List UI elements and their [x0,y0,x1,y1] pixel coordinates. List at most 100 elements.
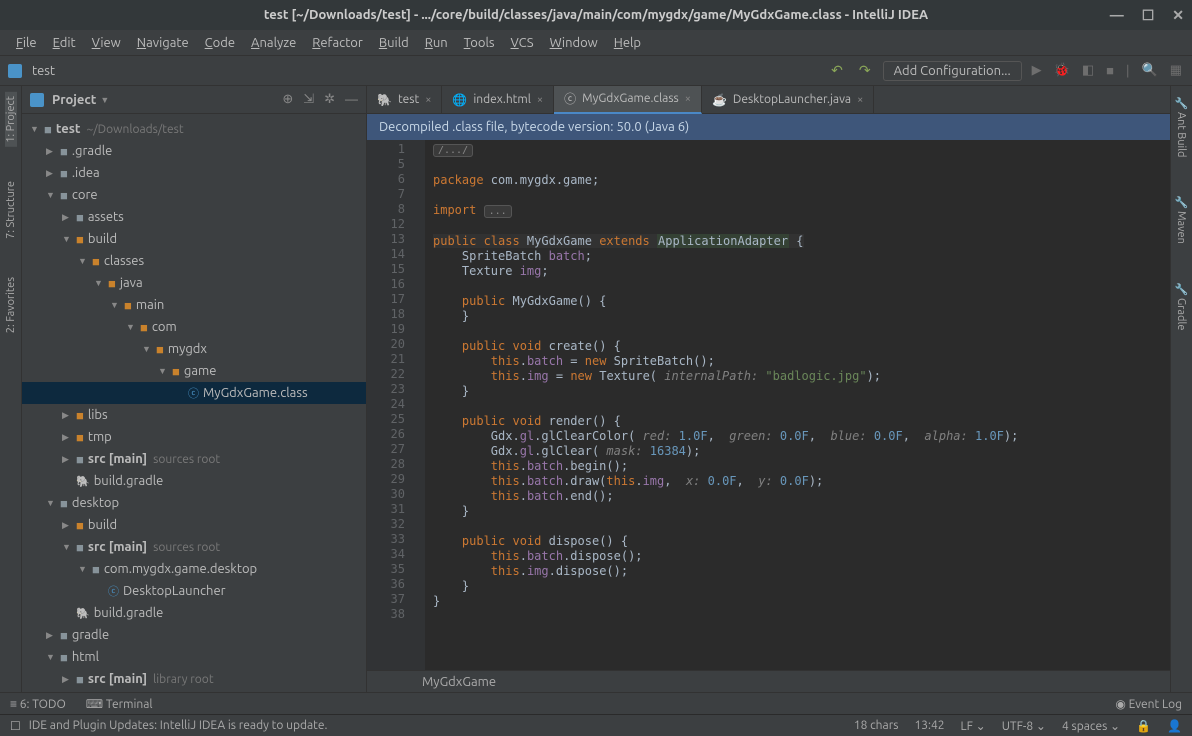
menu-code[interactable]: Code [199,34,241,52]
menu-vcs[interactable]: VCS [505,34,540,52]
menu-help[interactable]: Help [608,34,647,52]
toolbar: test ↶ ↷ Add Configuration... ▶ 🐞 ◧ ■ | … [0,56,1192,86]
menu-tools[interactable]: Tools [458,34,501,52]
tree-item-assets[interactable]: ▶■assets [22,206,366,228]
tree-item-src--main-[interactable]: ▼■src [main]sources root [22,536,366,558]
terminal-tab[interactable]: ⌨ Terminal [86,697,153,711]
tab-label: DesktopLauncher.java [733,93,851,106]
tree-item-build-gradle[interactable]: 🐘build.gradle [22,470,366,492]
minimize-icon[interactable]: — [1110,7,1124,24]
back-icon[interactable]: ↶ [827,62,847,79]
editor-tab-desktoplauncher-java[interactable]: ☕DesktopLauncher.java× [702,86,874,114]
todo-tab[interactable]: ≡ 6: TODO [10,697,66,711]
right-tool-gradle[interactable]: 🔧 Gradle [1175,278,1188,334]
tree-item--gradle[interactable]: ▶■.gradle [22,140,366,162]
maximize-icon[interactable]: ☐ [1142,7,1155,24]
tree-item-main[interactable]: ▼■main [22,294,366,316]
project-breadcrumb-icon [8,64,22,78]
selection-chars: 18 chars [854,719,899,732]
forward-icon[interactable]: ↷ [855,62,875,79]
menu-refactor[interactable]: Refactor [306,34,369,52]
tree-item-src--main-[interactable]: ▶■src [main]library root [22,668,366,690]
tree-item-tmp[interactable]: ▶■tmp [22,426,366,448]
tree-item-src--main-[interactable]: ▶■src [main]sources root [22,448,366,470]
menu-view[interactable]: View [86,34,127,52]
tree-item-game[interactable]: ▼■game [22,360,366,382]
tree-item-build-gradle[interactable]: 🐘build.gradle [22,602,366,624]
tree-root[interactable]: ▼■test~/Downloads/test [22,118,366,140]
tree-item-core[interactable]: ▼■core [22,184,366,206]
menu-analyze[interactable]: Analyze [245,34,302,52]
window-title: test [~/Downloads/test] - .../core/build… [264,8,928,22]
tree-item-mygdx[interactable]: ▼■mygdx [22,338,366,360]
file-encoding[interactable]: UTF-8 ⌄ [1002,719,1046,733]
coverage-icon[interactable]: ◧ [1080,63,1096,78]
tab-close-icon[interactable]: × [857,94,863,106]
run-configuration-dropdown[interactable]: Add Configuration... [883,61,1022,81]
tree-item--idea[interactable]: ▶■.idea [22,162,366,184]
tab-close-icon[interactable]: × [425,94,431,106]
editor-breadcrumb[interactable]: MyGdxGame [367,670,1170,692]
run-icon[interactable]: ▶ [1030,63,1044,78]
breadcrumb-class[interactable]: MyGdxGame [422,675,496,689]
code-content[interactable]: /.../ package com.mygdx.game; import ...… [425,140,1170,670]
menu-file[interactable]: File [10,34,43,52]
tree-item-build[interactable]: ▶■build [22,514,366,536]
tab-close-icon[interactable]: × [685,93,691,105]
main-area: 1: Project 7: Structure 2: Favorites Proje… [0,86,1192,692]
tree-item-desktop[interactable]: ▼■desktop [22,492,366,514]
search-icon[interactable]: 🔍 [1140,63,1160,78]
expand-icon[interactable]: ⇲ [303,92,314,107]
tree-item-desktoplauncher[interactable]: ⓒDesktopLauncher [22,580,366,602]
stop-icon[interactable]: ■ [1104,63,1116,78]
editor-tab-index-html[interactable]: 🌐index.html× [442,86,554,114]
close-icon[interactable]: ✕ [1172,7,1184,24]
menu-build[interactable]: Build [373,34,415,52]
line-gutter[interactable]: 1567812131415161718192021222324252627282… [367,140,411,670]
status-box-icon[interactable]: ☐ [10,719,21,733]
menu-window[interactable]: Window [544,34,604,52]
event-log-tab[interactable]: ◉ Event Log [1115,697,1182,711]
menu-edit[interactable]: Edit [47,34,82,52]
cursor-position[interactable]: 13:42 [914,719,944,732]
tree-item-gradle[interactable]: ▶■gradle [22,624,366,646]
dropdown-icon[interactable]: ▼ [100,95,109,105]
line-separator[interactable]: LF ⌄ [960,719,985,733]
gear-icon[interactable]: ✲ [324,92,335,107]
lock-icon[interactable]: 🔒 [1136,719,1151,733]
tree-item-html[interactable]: ▼■html [22,646,366,668]
tree-item-java[interactable]: ▼■java [22,272,366,294]
debug-icon[interactable]: 🐞 [1052,63,1072,78]
inspector-icon[interactable]: 👤 [1167,719,1182,733]
tab-icon: ⓒ [564,90,576,107]
project-panel-header: Project ▼ ⊕ ⇲ ✲ — [22,86,366,114]
tree-item-com-mygdx-game-desktop[interactable]: ▼■com.mygdx.game.desktop [22,558,366,580]
right-tool-ant-build[interactable]: 🔧 Ant Build [1175,92,1188,161]
fold-gutter[interactable] [411,140,425,670]
tree-item-libs[interactable]: ▶■libs [22,404,366,426]
left-tool----structure[interactable]: 7: Structure [5,177,17,243]
tree-item-classes[interactable]: ▼■classes [22,250,366,272]
tree-item-build[interactable]: ▼■build [22,228,366,250]
locate-icon[interactable]: ⊕ [282,92,293,107]
left-tool----favorites[interactable]: 2: Favorites [5,273,17,337]
project-panel-title[interactable]: Project [52,93,96,107]
left-tool-strip: 1: Project 7: Structure 2: Favorites [0,86,22,692]
tree-item-com[interactable]: ▼■com [22,316,366,338]
menu-navigate[interactable]: Navigate [131,34,195,52]
tree-item-mygdxgame-class[interactable]: ⓒMyGdxGame.class [22,382,366,404]
project-tree[interactable]: ▼■test~/Downloads/test▶■.gradle▶■.idea▼■… [22,114,366,692]
right-tool-strip: 🔧 Ant Build 🔧 Maven 🔧 Gradle [1170,86,1192,692]
right-tool-maven[interactable]: 🔧 Maven [1175,191,1188,248]
left-tool----project[interactable]: 1: Project [5,92,17,147]
project-breadcrumb[interactable]: test [32,64,55,78]
tab-close-icon[interactable]: × [537,94,543,106]
project-structure-icon[interactable]: ▦ [1168,63,1184,78]
editor-tab-test[interactable]: 🐘test× [367,86,442,114]
editor-tab-mygdxgame-class[interactable]: ⓒMyGdxGame.class× [554,86,702,114]
indent-settings[interactable]: 4 spaces ⌄ [1062,719,1120,733]
menu-run[interactable]: Run [419,34,454,52]
hide-icon[interactable]: — [345,93,358,107]
tab-icon: 🌐 [452,93,467,107]
code-editor[interactable]: 1567812131415161718192021222324252627282… [367,140,1170,670]
